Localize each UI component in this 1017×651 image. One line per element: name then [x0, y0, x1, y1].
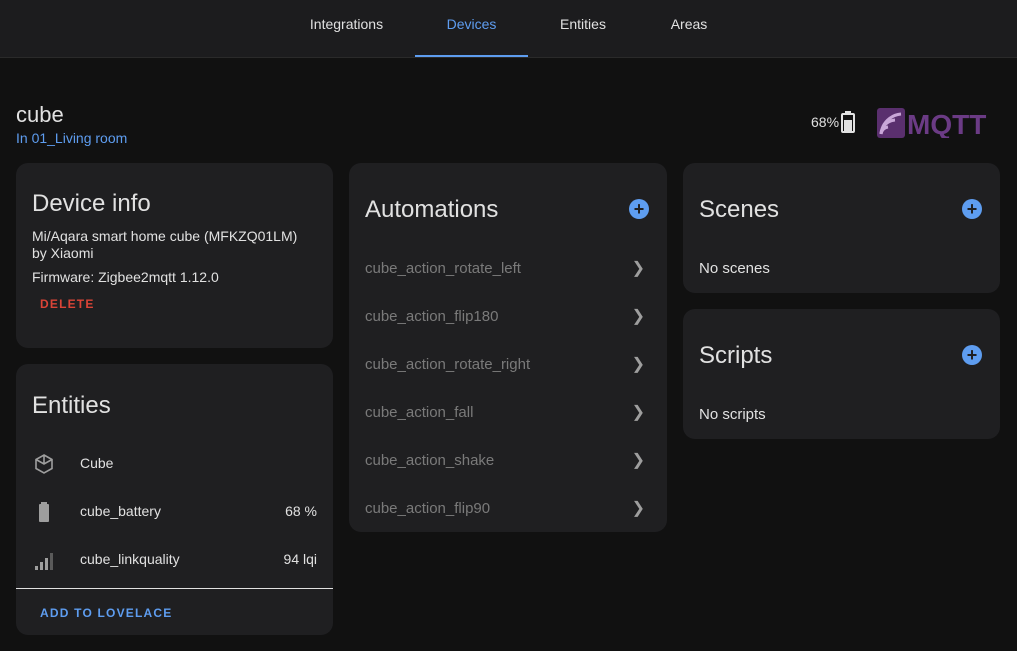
divider [16, 588, 333, 589]
battery-icon [39, 502, 49, 522]
tab-areas[interactable]: Areas [644, 0, 734, 57]
automation-name: cube_action_shake [365, 452, 495, 469]
signal-icon [35, 553, 53, 570]
device-model: Mi/Aqara smart home cube (MFKZQ01LM) [32, 228, 298, 244]
automation-row[interactable]: cube_action_shake ❯ [349, 437, 667, 485]
header-battery-level: 68% [811, 114, 840, 130]
scripts-card: Scripts + No scripts [683, 309, 1000, 439]
chevron-right-icon: ❯ [631, 500, 645, 517]
scripts-empty-text: No scripts [699, 406, 766, 423]
top-tab-bar: Integrations Devices Entities Areas [0, 0, 1017, 58]
automation-row[interactable]: cube_action_flip90 ❯ [349, 485, 667, 533]
tab-integrations[interactable]: Integrations [293, 0, 400, 57]
entity-row-linkquality[interactable]: cube_linkquality 94 lqi [16, 536, 333, 584]
entities-title: Entities [32, 392, 111, 419]
automation-row[interactable]: cube_action_fall ❯ [349, 389, 667, 437]
entity-row-cube[interactable]: Cube [16, 440, 333, 488]
chevron-right-icon: ❯ [631, 260, 645, 277]
tab-entities[interactable]: Entities [538, 0, 628, 57]
scenes-card: Scenes + No scenes [683, 163, 1000, 293]
chevron-right-icon: ❯ [631, 356, 645, 373]
device-info-card: Device info Mi/Aqara smart home cube (MF… [16, 163, 333, 348]
entity-value: 94 lqi [283, 551, 317, 567]
automation-name: cube_action_rotate_left [365, 260, 521, 277]
mqtt-logo-text: MQTT [907, 109, 986, 138]
entity-value: 68 % [285, 503, 317, 519]
chevron-right-icon: ❯ [631, 452, 645, 469]
automation-row[interactable]: cube_action_flip180 ❯ [349, 293, 667, 341]
entity-name: Cube [80, 455, 114, 471]
mqtt-logo: MQTT [877, 108, 986, 138]
automation-name: cube_action_flip90 [365, 500, 491, 517]
tab-devices[interactable]: Devices [415, 0, 528, 57]
chevron-right-icon: ❯ [631, 404, 645, 421]
device-firmware: Firmware: Zigbee2mqtt 1.12.0 [32, 269, 219, 285]
scripts-title: Scripts [699, 342, 773, 369]
chevron-right-icon: ❯ [631, 308, 645, 325]
add-to-lovelace-button[interactable]: ADD TO LOVELACE [40, 606, 172, 620]
scenes-title: Scenes [699, 196, 780, 223]
automation-row[interactable]: cube_action_rotate_right ❯ [349, 341, 667, 389]
device-manufacturer: by Xiaomi [32, 245, 94, 261]
add-scene-button[interactable]: + [962, 199, 982, 219]
automation-name: cube_action_fall [365, 404, 474, 421]
automation-name: cube_action_flip180 [365, 308, 499, 325]
cube-icon [35, 454, 53, 474]
automation-row[interactable]: cube_action_rotate_left ❯ [349, 245, 667, 293]
entity-name: cube_battery [80, 503, 161, 519]
battery-icon [841, 111, 855, 133]
scenes-empty-text: No scenes [699, 260, 770, 277]
entities-card: Entities Cube cube_battery 68 % cube_lin… [16, 364, 333, 635]
automations-card: Automations + cube_action_rotate_left ❯ … [349, 163, 667, 532]
add-script-button[interactable]: + [962, 345, 982, 365]
device-info-title: Device info [32, 190, 151, 217]
delete-button[interactable]: DELETE [40, 297, 95, 311]
device-title: cube [16, 102, 64, 127]
entity-row-battery[interactable]: cube_battery 68 % [16, 488, 333, 536]
device-area-link[interactable]: In 01_Living room [16, 130, 127, 146]
entity-name: cube_linkquality [80, 551, 180, 567]
automations-title: Automations [365, 196, 499, 223]
add-automation-button[interactable]: + [629, 199, 649, 219]
automation-name: cube_action_rotate_right [365, 356, 531, 373]
